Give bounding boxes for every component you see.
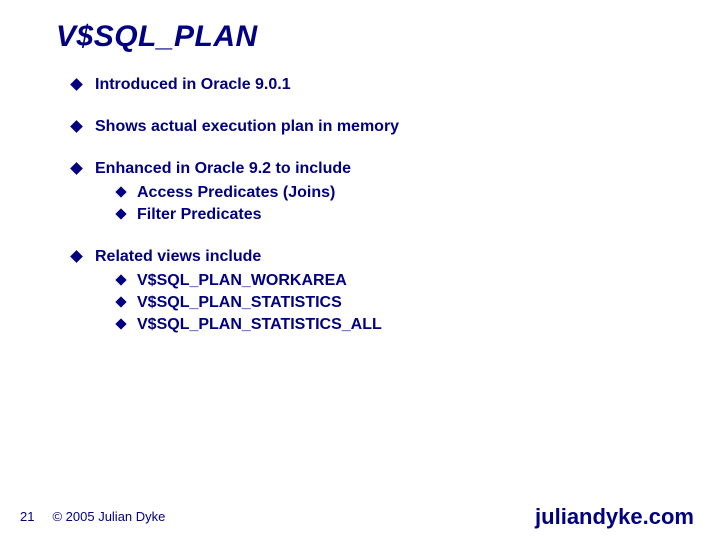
sub-bullet-item: Filter Predicates (117, 205, 660, 225)
sub-bullet-item: V$SQL_PLAN_STATISTICS_ALL (117, 315, 660, 335)
bullet-text: Shows actual execution plan in memory (95, 117, 660, 137)
slide-content: Introduced in Oracle 9.0.1 Shows actual … (72, 75, 660, 357)
sub-bullet-text: V$SQL_PLAN_WORKAREA (137, 271, 347, 291)
sub-bullet-list: V$SQL_PLAN_WORKAREA V$SQL_PLAN_STATISTIC… (95, 271, 660, 335)
bullet-text: Related views include V$SQL_PLAN_WORKARE… (95, 247, 660, 335)
bullet-label: Related views include (95, 248, 261, 265)
bullet-item: Related views include V$SQL_PLAN_WORKARE… (72, 247, 660, 335)
diamond-bullet-icon (115, 186, 126, 197)
bullet-item: Introduced in Oracle 9.0.1 (72, 75, 660, 95)
page-number: 21 (20, 509, 34, 524)
sub-bullet-text: V$SQL_PLAN_STATISTICS (137, 293, 342, 313)
diamond-bullet-icon (70, 78, 83, 91)
bullet-item: Shows actual execution plan in memory (72, 117, 660, 137)
sub-bullet-item: Access Predicates (Joins) (117, 183, 660, 203)
slide-title: V$SQL_PLAN (56, 20, 258, 54)
copyright-text: © 2005 Julian Dyke (52, 509, 165, 524)
sub-bullet-text: Access Predicates (Joins) (137, 183, 335, 203)
sub-bullet-text: V$SQL_PLAN_STATISTICS_ALL (137, 315, 382, 335)
bullet-item: Enhanced in Oracle 9.2 to include Access… (72, 159, 660, 225)
diamond-bullet-icon (70, 162, 83, 175)
footer-site: juliandyke.com (535, 504, 694, 530)
diamond-bullet-icon (70, 120, 83, 133)
bullet-label: Enhanced in Oracle 9.2 to include (95, 160, 351, 177)
sub-bullet-list: Access Predicates (Joins) Filter Predica… (95, 183, 660, 225)
diamond-bullet-icon (115, 296, 126, 307)
sub-bullet-item: V$SQL_PLAN_STATISTICS (117, 293, 660, 313)
sub-bullet-text: Filter Predicates (137, 205, 262, 225)
diamond-bullet-icon (115, 274, 126, 285)
sub-bullet-item: V$SQL_PLAN_WORKAREA (117, 271, 660, 291)
diamond-bullet-icon (115, 318, 126, 329)
diamond-bullet-icon (70, 250, 83, 263)
bullet-text: Introduced in Oracle 9.0.1 (95, 75, 660, 95)
diamond-bullet-icon (115, 208, 126, 219)
bullet-text: Enhanced in Oracle 9.2 to include Access… (95, 159, 660, 225)
footer-left: 21 © 2005 Julian Dyke (20, 509, 165, 524)
slide: V$SQL_PLAN Introduced in Oracle 9.0.1 Sh… (0, 0, 720, 540)
